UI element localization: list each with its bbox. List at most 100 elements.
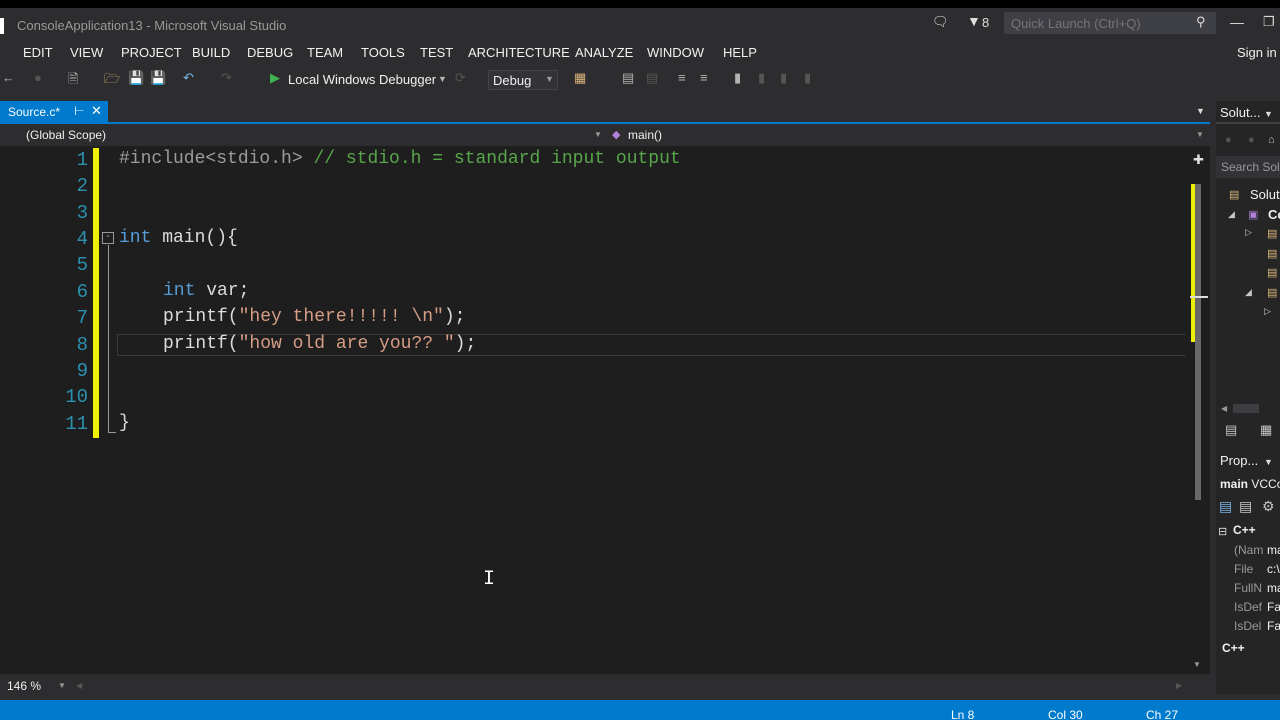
menu-edit[interactable]: EDIT bbox=[23, 45, 53, 60]
start-debugging-button[interactable]: Local Windows Debugger bbox=[288, 72, 436, 87]
alphabetical-icon[interactable]: ▤ bbox=[1239, 498, 1252, 515]
save-all-icon[interactable]: 💾 bbox=[150, 70, 166, 86]
save-icon[interactable]: 💾 bbox=[128, 70, 144, 86]
properties-description-title: C++ bbox=[1222, 641, 1245, 655]
zoom-level[interactable]: 146 % bbox=[7, 679, 41, 693]
collapsed-arrow-icon[interactable]: ▷ bbox=[1264, 306, 1271, 317]
sync-icon[interactable]: ▤ bbox=[1225, 422, 1237, 438]
menu-debug[interactable]: DEBUG bbox=[247, 45, 293, 60]
comment-lines-icon[interactable]: ≡ bbox=[678, 70, 686, 85]
scroll-down-icon[interactable]: ▼ bbox=[1193, 660, 1201, 669]
property-value[interactable]: Fa bbox=[1267, 600, 1280, 614]
pin-tab-icon[interactable]: ⊢ bbox=[74, 104, 84, 118]
properties-object-selector[interactable]: main VCCo bbox=[1220, 477, 1280, 491]
collapse-category-icon[interactable]: ⊟ bbox=[1218, 525, 1227, 538]
feedback-icon[interactable]: 🗨 bbox=[932, 14, 949, 29]
menu-team[interactable]: TEAM bbox=[307, 45, 343, 60]
chevron-down-icon[interactable]: ▼ bbox=[1196, 130, 1204, 139]
navigate-forward-icon[interactable]: ● bbox=[34, 70, 42, 85]
chevron-down-icon[interactable]: ▼ bbox=[1264, 457, 1273, 467]
horizontal-scrollbar[interactable] bbox=[0, 674, 1210, 698]
solution-search-box[interactable]: Search Sol bbox=[1216, 156, 1280, 178]
scroll-right-icon[interactable]: ▶ bbox=[1176, 681, 1182, 690]
menu-window[interactable]: WINDOW bbox=[647, 45, 704, 60]
expanded-arrow-icon[interactable]: ◢ bbox=[1228, 209, 1235, 220]
code-editor[interactable] bbox=[0, 146, 1210, 674]
code-line-1: #include<stdio.h> // stdio.h = standard … bbox=[119, 149, 681, 169]
folder-icon: ▤ bbox=[1267, 287, 1278, 299]
close-icon[interactable]: ✕ bbox=[91, 103, 102, 119]
scroll-left-icon[interactable]: ◀ bbox=[1221, 404, 1227, 413]
split-editor-icon[interactable]: ✚ bbox=[1193, 152, 1204, 168]
document-tab-strip bbox=[0, 101, 1210, 123]
notifications-flag-icon[interactable]: ▼ bbox=[967, 13, 981, 29]
tab-source-c[interactable]: Source.c* ⊢ ✕ bbox=[0, 101, 108, 123]
restore-button[interactable]: ❐ bbox=[1263, 14, 1275, 30]
chevron-down-icon[interactable]: ▼ bbox=[594, 130, 602, 139]
back-icon[interactable]: ● bbox=[1225, 134, 1232, 146]
debugger-dropdown-arrow-icon[interactable]: ▼ bbox=[438, 74, 447, 84]
property-value[interactable]: ma bbox=[1267, 581, 1280, 595]
quick-launch-box[interactable] bbox=[1004, 12, 1216, 34]
solution-explorer-icon[interactable]: ▤ bbox=[622, 70, 634, 86]
solution-explorer-title[interactable]: Solut... bbox=[1220, 105, 1260, 120]
quick-launch-input[interactable] bbox=[1005, 13, 1195, 33]
property-value[interactable]: c:\ bbox=[1267, 562, 1280, 576]
status-line: Ln 8 bbox=[951, 708, 975, 720]
line-number: 4 bbox=[76, 228, 88, 250]
find-in-files-icon[interactable]: ▦ bbox=[574, 70, 586, 86]
member-dropdown[interactable]: main() bbox=[628, 128, 662, 142]
navigate-back-icon[interactable]: ← bbox=[2, 70, 15, 85]
properties-title[interactable]: Prop... bbox=[1220, 453, 1258, 468]
sign-in-link[interactable]: Sign in bbox=[1237, 45, 1277, 60]
menu-project[interactable]: PROJECT bbox=[121, 45, 182, 60]
menu-view[interactable]: VIEW bbox=[70, 45, 103, 60]
collapsed-arrow-icon[interactable]: ▷ bbox=[1245, 227, 1252, 238]
line-number: 7 bbox=[76, 307, 88, 329]
scroll-left-icon[interactable]: ◀ bbox=[76, 681, 82, 690]
uncomment-lines-icon[interactable]: ≡ bbox=[700, 70, 708, 85]
minimize-button[interactable]: — bbox=[1230, 14, 1244, 30]
clear-bookmarks-icon[interactable]: ▮ bbox=[804, 70, 811, 86]
line-number: 9 bbox=[76, 360, 88, 382]
menu-tools[interactable]: TOOLS bbox=[361, 45, 405, 60]
project-node-label[interactable]: Co bbox=[1268, 207, 1280, 222]
categorized-icon[interactable]: ▤ bbox=[1219, 498, 1232, 515]
bookmark-icon[interactable]: ▮ bbox=[734, 70, 741, 86]
refresh-icon[interactable]: ⟳ bbox=[455, 70, 466, 86]
forward-icon[interactable]: ● bbox=[1248, 134, 1255, 146]
menu-test[interactable]: TEST bbox=[420, 45, 453, 60]
search-icon[interactable]: ⚲ bbox=[1196, 14, 1206, 30]
start-debugging-icon[interactable]: ▶ bbox=[270, 70, 280, 86]
open-file-icon[interactable]: 🗁 bbox=[104, 70, 120, 92]
menu-build[interactable]: BUILD bbox=[192, 45, 230, 60]
menu-architecture[interactable]: ARCHITECTURE bbox=[468, 45, 570, 60]
collapse-outline-button[interactable]: - bbox=[102, 232, 114, 244]
properties-window-icon[interactable]: ▤ bbox=[646, 70, 658, 86]
solution-node-label[interactable]: Solut bbox=[1250, 187, 1280, 202]
redo-icon[interactable]: ↷ bbox=[221, 70, 232, 86]
property-value[interactable]: Fa bbox=[1267, 619, 1280, 633]
chevron-down-icon[interactable]: ▼ bbox=[1264, 109, 1273, 119]
property-value[interactable]: ma bbox=[1267, 543, 1280, 557]
notifications-count[interactable]: 8 bbox=[982, 15, 989, 30]
panel-hscroll-thumb[interactable] bbox=[1233, 404, 1259, 413]
scope-dropdown[interactable]: (Global Scope) bbox=[26, 128, 106, 142]
scrollbar-thumb[interactable] bbox=[1195, 184, 1201, 500]
previous-bookmark-icon[interactable]: ▮ bbox=[758, 70, 765, 86]
chevron-down-icon[interactable]: ▼ bbox=[58, 681, 66, 690]
next-bookmark-icon[interactable]: ▮ bbox=[780, 70, 787, 86]
solution-configuration-dropdown[interactable]: Debug ▼ bbox=[488, 70, 558, 90]
expanded-arrow-icon[interactable]: ◢ bbox=[1245, 287, 1252, 298]
property-pages-icon[interactable]: ⚙ bbox=[1262, 498, 1275, 515]
active-files-dropdown-icon[interactable]: ▼ bbox=[1196, 106, 1205, 116]
folder-icon: ▤ bbox=[1267, 248, 1278, 260]
outline-guide-end bbox=[108, 432, 116, 433]
vs-logo-icon[interactable] bbox=[0, 18, 4, 34]
menu-analyze[interactable]: ANALYZE bbox=[575, 45, 633, 60]
home-icon[interactable]: ⌂ bbox=[1268, 134, 1275, 146]
new-project-icon[interactable]: 🗎 bbox=[68, 70, 78, 92]
class-view-icon[interactable]: ▦ bbox=[1260, 422, 1272, 438]
undo-icon[interactable]: ↶ bbox=[183, 70, 194, 86]
menu-help[interactable]: HELP bbox=[723, 45, 757, 60]
